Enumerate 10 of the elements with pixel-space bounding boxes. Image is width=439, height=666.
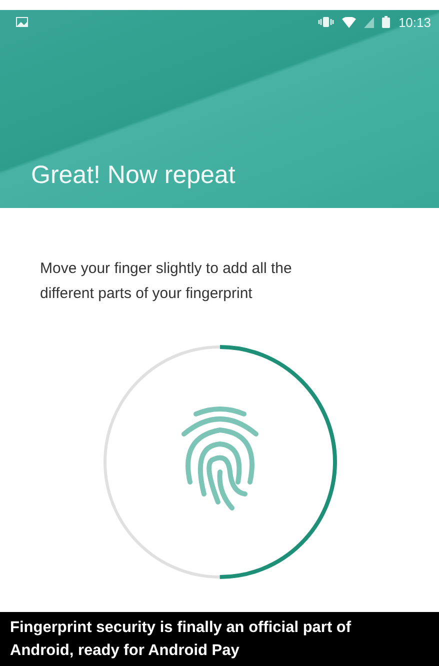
vibrate-icon xyxy=(318,16,334,28)
fingerprint-icon xyxy=(181,406,258,510)
signal-icon xyxy=(364,16,374,28)
header-title: Great! Now repeat xyxy=(31,161,236,190)
instruction-text: Move your finger slightly to add all the different parts of your fingerprint xyxy=(40,259,293,304)
image-icon xyxy=(16,17,28,27)
wifi-icon xyxy=(342,16,356,28)
clock-time: 10:13 xyxy=(398,14,431,30)
caption-text: Fingerprint security is finally an official part of Android, ready for Android Pay xyxy=(10,618,352,661)
battery-icon xyxy=(382,16,390,28)
